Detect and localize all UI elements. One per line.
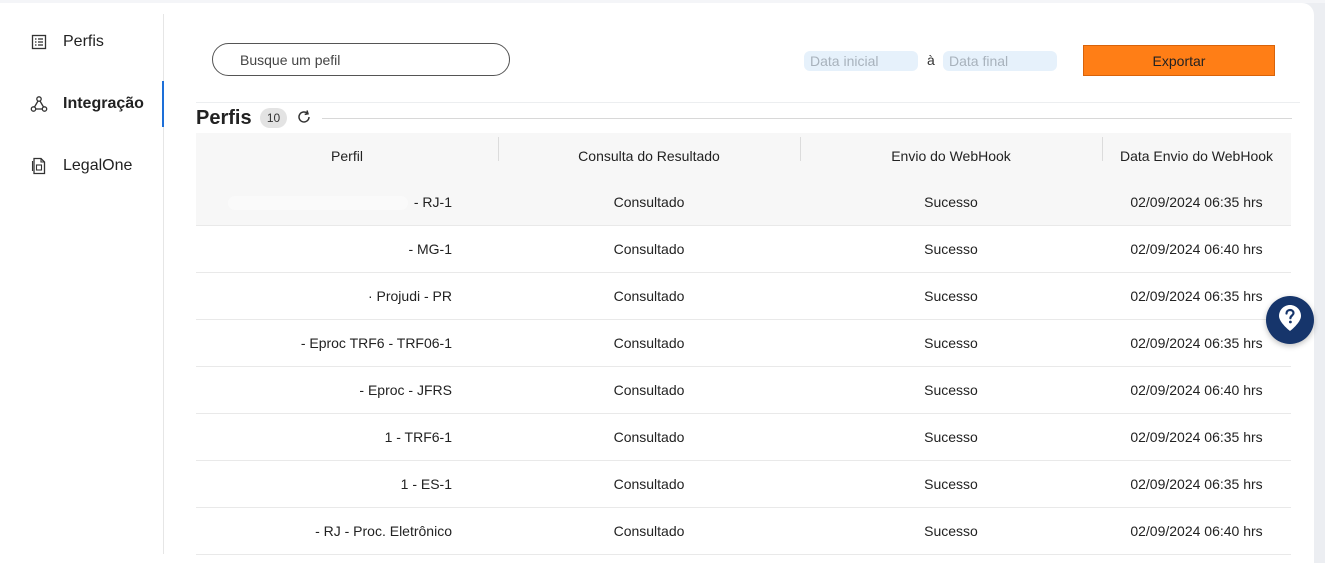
column-header-perfil[interactable]: Perfil: [196, 148, 498, 164]
sidebar-item-label: Integração: [63, 95, 144, 112]
list-icon: [30, 33, 48, 51]
cell-envio: Sucesso: [924, 382, 978, 398]
cell-perfil: - Eproc - JFRS: [359, 382, 452, 398]
cell-data: 02/09/2024 06:35 hrs: [1130, 476, 1263, 492]
cell-envio: Sucesso: [924, 476, 978, 492]
cell-consulta: Consultado: [613, 382, 685, 398]
cell-perfil: - MG-1: [408, 241, 452, 257]
network-icon: [30, 95, 48, 113]
sidebar-item-legalone[interactable]: LegalOne: [0, 143, 163, 189]
refresh-icon[interactable]: [296, 109, 312, 125]
cell-envio: Sucesso: [924, 335, 978, 351]
results-table: Perfil Consulta do Resultado Envio do We…: [196, 133, 1291, 555]
table-header: Perfil Consulta do Resultado Envio do We…: [196, 133, 1291, 179]
divider: [196, 102, 1300, 103]
cell-data: 02/09/2024 06:35 hrs: [1130, 194, 1263, 210]
cell-perfil: - RJ-1: [196, 193, 498, 211]
cell-consulta: Consultado: [613, 523, 685, 539]
table-row[interactable]: - MG-1 Consultado Sucesso 02/09/2024 06:…: [196, 226, 1291, 273]
divider: [322, 118, 1292, 119]
section-title: Perfis: [196, 107, 252, 129]
cell-data: 02/09/2024 06:40 hrs: [1130, 523, 1263, 539]
sidebar: Perfis Integração LegalOne: [0, 14, 164, 554]
date-start-input[interactable]: [804, 51, 918, 71]
count-badge: 10: [260, 108, 287, 128]
cell-perfil: - RJ - Proc. Eletrônico: [315, 523, 452, 539]
cell-perfil: 1 - TRF6-1: [384, 429, 452, 445]
cell-consulta: Consultado: [613, 335, 685, 351]
cell-envio: Sucesso: [924, 194, 978, 210]
cell-perfil-text: - RJ-1: [413, 193, 452, 210]
cell-perfil: 1 - ES-1: [400, 476, 452, 492]
table-row[interactable]: - Eproc TRF6 - TRF06-1 Consultado Sucess…: [196, 320, 1291, 367]
help-icon: [1277, 303, 1303, 338]
table-row[interactable]: 1 - ES-1 Consultado Sucesso 02/09/2024 0…: [196, 461, 1291, 508]
cell-envio: Sucesso: [924, 288, 978, 304]
search-input[interactable]: [212, 43, 510, 76]
table-row[interactable]: - RJ - Proc. Eletrônico Consultado Suces…: [196, 508, 1291, 555]
table-row[interactable]: 1 - TRF6-1 Consultado Sucesso 02/09/2024…: [196, 414, 1291, 461]
cell-consulta: Consultado: [613, 194, 685, 210]
cell-data: 02/09/2024 06:40 hrs: [1130, 241, 1263, 257]
cell-data: 02/09/2024 06:35 hrs: [1130, 335, 1263, 351]
help-button[interactable]: [1266, 296, 1314, 344]
redacted-text: [227, 196, 408, 211]
cell-consulta: Consultado: [613, 429, 685, 445]
date-end-input[interactable]: [943, 51, 1057, 71]
export-button[interactable]: Exportar: [1083, 45, 1275, 76]
column-header-consulta[interactable]: Consulta do Resultado: [498, 137, 800, 164]
cell-envio: Sucesso: [924, 523, 978, 539]
cell-perfil: - Eproc TRF6 - TRF06-1: [300, 335, 452, 351]
cell-envio: Sucesso: [924, 241, 978, 257]
cell-consulta: Consultado: [613, 241, 685, 257]
document-icon: [30, 157, 48, 175]
column-header-envio[interactable]: Envio do WebHook: [800, 137, 1102, 164]
sidebar-item-perfis[interactable]: Perfis: [0, 19, 163, 65]
sidebar-item-label: Perfis: [63, 33, 104, 50]
cell-data: 02/09/2024 06:35 hrs: [1130, 288, 1263, 304]
table-row[interactable]: - Eproc - JFRS Consultado Sucesso 02/09/…: [196, 367, 1291, 414]
cell-consulta: Consultado: [613, 288, 685, 304]
cell-envio: Sucesso: [924, 429, 978, 445]
cell-data: 02/09/2024 06:40 hrs: [1130, 382, 1263, 398]
date-separator: à: [927, 52, 935, 68]
sidebar-item-integracao[interactable]: Integração: [0, 81, 164, 127]
cell-perfil: · Projudi - PR: [367, 288, 452, 304]
cell-data: 02/09/2024 06:35 hrs: [1130, 429, 1263, 445]
cell-consulta: Consultado: [613, 476, 685, 492]
column-header-data[interactable]: Data Envio do WebHook: [1102, 137, 1291, 164]
table-row[interactable]: - RJ-1 Consultado Sucesso 02/09/2024 06:…: [196, 179, 1291, 226]
sidebar-item-label: LegalOne: [63, 157, 133, 174]
table-row[interactable]: · Projudi - PR Consultado Sucesso 02/09/…: [196, 273, 1291, 320]
